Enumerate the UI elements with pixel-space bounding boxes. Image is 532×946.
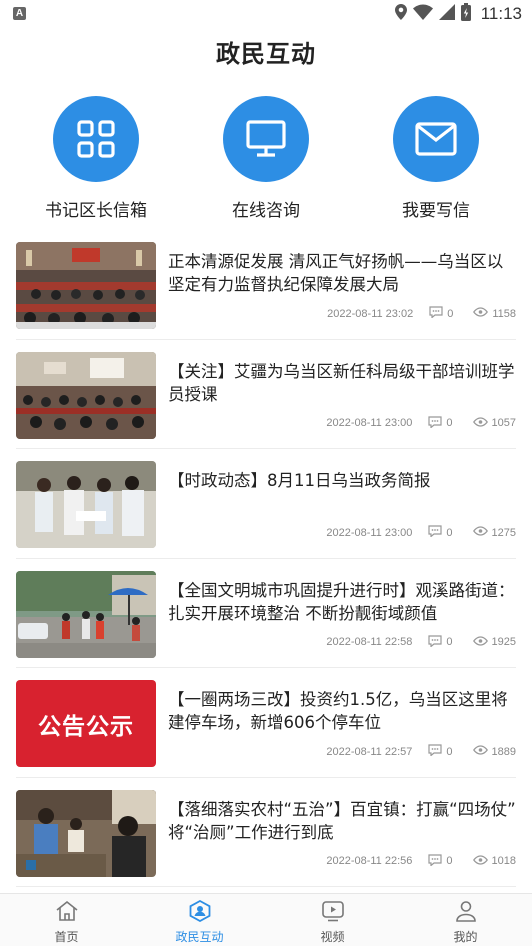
news-thumbnail bbox=[16, 570, 156, 658]
location-icon bbox=[394, 4, 407, 24]
eye-icon bbox=[472, 854, 488, 868]
view-count: 1925 bbox=[472, 635, 516, 649]
bottom-tab-bar: 首页 政民互动 视频 我的 bbox=[0, 893, 532, 946]
tab-label: 我的 bbox=[453, 930, 478, 944]
tab-label: 视频 bbox=[320, 930, 345, 944]
tab-interaction[interactable]: 政民互动 bbox=[133, 894, 266, 946]
eye-icon bbox=[473, 307, 489, 320]
news-date: 2022-08-11 22:58 bbox=[326, 636, 413, 648]
app-notification-icon: A bbox=[13, 7, 26, 20]
eye-icon bbox=[472, 745, 488, 758]
comment-icon bbox=[428, 634, 442, 650]
news-thumbnail: 公告公示 bbox=[16, 680, 156, 767]
view-count: 1057 bbox=[472, 416, 516, 430]
view-count: 1018 bbox=[472, 854, 516, 868]
view-count: 1158 bbox=[473, 307, 516, 320]
news-title: 【时政动态】8月11日乌当政务简报 bbox=[168, 471, 431, 490]
eye-icon bbox=[472, 526, 488, 539]
view-count: 1889 bbox=[472, 745, 516, 758]
comment-count: 0 bbox=[428, 525, 453, 540]
comment-icon bbox=[428, 415, 442, 431]
action-label: 我要写信 bbox=[402, 201, 470, 221]
news-meta: 2022-08-11 23:00 0 1275 bbox=[326, 525, 516, 540]
news-item[interactable]: 【关注】艾疆为乌当区新任科局级干部培训班学员授课 2022-08-11 23:0… bbox=[16, 340, 516, 449]
wifi-icon bbox=[412, 4, 433, 24]
comment-count: 0 bbox=[429, 306, 453, 321]
news-meta: 2022-08-11 22:56 0 1018 bbox=[326, 853, 516, 869]
tab-label: 首页 bbox=[54, 930, 79, 944]
comment-icon bbox=[428, 525, 442, 540]
news-item[interactable]: 【落细落实农村“五治”】百宜镇：打赢“四场仗” 将“治厕”工作进行到底 2022… bbox=[16, 778, 516, 887]
news-meta: 2022-08-11 23:02 0 1158 bbox=[327, 306, 516, 321]
comment-icon bbox=[428, 744, 442, 759]
tab-profile[interactable]: 我的 bbox=[399, 894, 532, 946]
comment-icon bbox=[429, 306, 443, 321]
cell-signal-icon bbox=[438, 4, 455, 24]
news-title: 【全国文明城市巩固提升进行时】观溪路街道：扎实开展环境整治 不断扮靓街域颜值 bbox=[168, 580, 515, 623]
news-meta: 2022-08-11 22:58 0 1925 bbox=[326, 634, 516, 650]
news-date: 2022-08-11 22:56 bbox=[326, 855, 413, 867]
mail-icon bbox=[393, 96, 479, 182]
eye-icon bbox=[472, 635, 488, 649]
news-item[interactable]: 正本清源促发展 清风正气好扬帆——乌当区以坚定有力监督执纪保障发展大局 2022… bbox=[16, 230, 516, 340]
news-thumbnail bbox=[16, 242, 156, 329]
action-label: 在线咨询 bbox=[232, 201, 300, 221]
video-icon bbox=[321, 900, 345, 926]
announcement-banner-text: 公告公示 bbox=[38, 713, 134, 740]
comment-count: 0 bbox=[428, 853, 453, 869]
monitor-icon bbox=[223, 96, 309, 182]
news-date: 2022-08-11 23:00 bbox=[326, 417, 413, 429]
news-list: 正本清源促发展 清风正气好扬帆——乌当区以坚定有力监督执纪保障发展大局 2022… bbox=[0, 230, 532, 887]
tab-label: 政民互动 bbox=[175, 930, 224, 944]
status-bar: A 11:13 bbox=[0, 0, 532, 28]
news-thumbnail bbox=[16, 789, 156, 877]
quick-actions: 书记区长信箱 在线咨询 我要写信 bbox=[0, 96, 532, 226]
news-meta: 2022-08-11 23:00 0 1057 bbox=[326, 415, 516, 431]
news-item[interactable]: 【全国文明城市巩固提升进行时】观溪路街道：扎实开展环境整治 不断扮靓街域颜值 2… bbox=[16, 559, 516, 668]
news-title: 【一圈两场三改】投资约1.5亿，乌当区这里将建停车场，新增606个停车位 bbox=[168, 690, 508, 732]
news-title: 【落细落实农村“五治”】百宜镇：打赢“四场仗” 将“治厕”工作进行到底 bbox=[168, 799, 516, 842]
news-meta: 2022-08-11 22:57 0 1889 bbox=[326, 744, 516, 759]
page-title: 政民互动 bbox=[216, 40, 316, 68]
interaction-icon bbox=[188, 899, 212, 926]
grid-icon bbox=[53, 96, 139, 182]
news-date: 2022-08-11 23:02 bbox=[327, 307, 414, 320]
news-title: 【关注】艾疆为乌当区新任科局级干部培训班学员授课 bbox=[168, 361, 515, 404]
comment-count: 0 bbox=[428, 744, 453, 759]
news-thumbnail bbox=[16, 351, 156, 439]
profile-icon bbox=[454, 900, 478, 926]
home-icon bbox=[55, 900, 79, 926]
online-consult-button[interactable]: 在线咨询 bbox=[181, 96, 351, 221]
comment-count: 0 bbox=[428, 415, 453, 431]
write-letter-button[interactable]: 我要写信 bbox=[351, 96, 521, 221]
news-date: 2022-08-11 23:00 bbox=[326, 526, 413, 539]
action-label: 书记区长信箱 bbox=[45, 201, 147, 221]
news-thumbnail bbox=[16, 461, 156, 548]
news-item[interactable]: 公告公示 【一圈两场三改】投资约1.5亿，乌当区这里将建停车场，新增606个停车… bbox=[16, 668, 516, 778]
tab-video[interactable]: 视频 bbox=[266, 894, 399, 946]
clock-time: 11:13 bbox=[480, 4, 522, 23]
comment-icon bbox=[428, 853, 442, 869]
battery-icon bbox=[460, 3, 471, 25]
news-item[interactable]: 【时政动态】8月11日乌当政务简报 2022-08-11 23:00 0 127… bbox=[16, 449, 516, 559]
news-date: 2022-08-11 22:57 bbox=[326, 745, 413, 758]
eye-icon bbox=[472, 416, 488, 430]
secretary-mailbox-button[interactable]: 书记区长信箱 bbox=[11, 96, 181, 221]
tab-home[interactable]: 首页 bbox=[0, 894, 133, 946]
news-title: 正本清源促发展 清风正气好扬帆——乌当区以坚定有力监督执纪保障发展大局 bbox=[168, 252, 504, 294]
view-count: 1275 bbox=[472, 526, 516, 539]
comment-count: 0 bbox=[428, 634, 453, 650]
